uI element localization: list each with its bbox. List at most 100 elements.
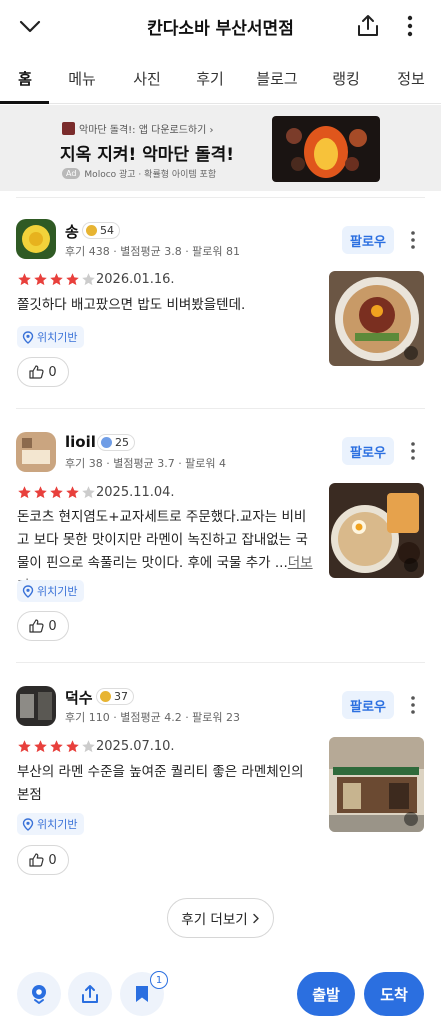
rating-stars: [17, 739, 96, 754]
ad-meta-text: Moloco 광고 · 확률형 아이템 포함: [84, 170, 217, 180]
share-button[interactable]: [68, 972, 112, 1016]
arrive-button[interactable]: 도착: [364, 972, 424, 1016]
reviewer-level: 25: [115, 436, 129, 449]
location-tag: 위치기반: [17, 580, 85, 602]
review-date: 2025.11.04.: [96, 485, 175, 500]
reviewer-name[interactable]: lioil: [65, 433, 96, 451]
ad-subtitle: 악마단 돌격!: 앱 다운로드하기 ›: [79, 125, 214, 136]
rating-stars: [17, 485, 96, 500]
like-count: 0: [48, 852, 57, 868]
more-reviews-button[interactable]: 후기 더보기: [167, 898, 274, 938]
reviewer-name[interactable]: 송: [65, 221, 79, 242]
star-icon: [18, 740, 31, 753]
location-tag-label: 위치기반: [37, 331, 78, 344]
star-icon: [18, 486, 31, 499]
location-tag-label: 위치기반: [37, 585, 78, 598]
star-icon: [66, 273, 79, 286]
review-text-body: 부산의 라멘 수준을 높여준 퀄리티 좋은 라멘체인의 본점: [17, 764, 304, 803]
star-icon: [50, 273, 63, 286]
reviewer-level-badge: 37: [96, 688, 134, 705]
star-icon: [66, 740, 79, 753]
star-icon: [82, 486, 95, 499]
review-date: 2025.07.10.: [96, 739, 175, 754]
level-icon: [101, 437, 112, 448]
level-icon: [86, 225, 97, 236]
thumbs-up-icon: [29, 853, 44, 867]
like-count: 0: [48, 364, 57, 380]
place-icon: [32, 985, 46, 1004]
review-date: 2026.01.16.: [96, 272, 175, 287]
reviewer-level-badge: 25: [97, 434, 135, 451]
tab-menu[interactable]: 메뉴: [64, 68, 100, 89]
star-icon: [66, 486, 79, 499]
thumbs-up-icon: [29, 365, 44, 379]
more-options-icon[interactable]: [404, 228, 422, 252]
location-pin-icon: [404, 558, 418, 572]
star-icon: [50, 740, 63, 753]
star-icon: [34, 486, 47, 499]
star-icon: [18, 273, 31, 286]
depart-button[interactable]: 출발: [297, 972, 355, 1016]
divider: [16, 662, 425, 663]
bookmark-count-badge: 1: [150, 971, 168, 989]
location-tag-label: 위치기반: [37, 818, 78, 831]
tab-photos[interactable]: 사진: [129, 68, 165, 89]
review-text-body: 돈코츠 현지염도+교자세트로 주문했다.교자는 비비고 보다 못한 맛이지만 라…: [17, 509, 308, 571]
reviewer-stats: 후기 110 · 별점평균 4.2 · 팔로워 23: [65, 711, 241, 724]
tab-blog[interactable]: 블로그: [254, 68, 300, 89]
tab-home[interactable]: 홈: [10, 68, 40, 89]
chevron-down-icon[interactable]: [16, 12, 44, 40]
share-icon[interactable]: [354, 12, 382, 40]
reviewer-level-badge: 54: [82, 222, 120, 239]
divider: [16, 408, 425, 409]
tab-info[interactable]: 정보: [394, 68, 428, 89]
follow-button[interactable]: 팔로우: [342, 691, 394, 719]
more-options-icon[interactable]: [404, 693, 422, 717]
chevron-right-icon: [253, 913, 259, 923]
like-button[interactable]: 0: [17, 845, 69, 875]
review-photo[interactable]: [329, 483, 424, 578]
like-button[interactable]: 0: [17, 357, 69, 387]
ad-image: [272, 116, 380, 182]
star-icon: [34, 740, 47, 753]
review-photo[interactable]: [329, 271, 424, 366]
active-tab-indicator: [0, 101, 49, 104]
review-photo[interactable]: [329, 737, 424, 832]
reviewer-level: 54: [100, 224, 114, 237]
reviewer-stats: 후기 38 · 별점평균 3.7 · 팔로워 4: [65, 457, 227, 470]
like-count: 0: [48, 618, 57, 634]
follow-button[interactable]: 팔로우: [342, 437, 394, 465]
like-button[interactable]: 0: [17, 611, 69, 641]
avatar: [16, 432, 56, 472]
location-pin-icon: [22, 330, 34, 344]
thumbs-up-icon: [29, 619, 44, 633]
save-place-button[interactable]: [17, 972, 61, 1016]
more-options-icon[interactable]: [404, 439, 422, 463]
bookmark-icon: [136, 986, 148, 1002]
location-tag: 위치기반: [17, 813, 85, 835]
ad-banner[interactable]: 악마단 돌격!: 앱 다운로드하기 › 지옥 지켜! 악마단 돌격! Ad Mo…: [0, 105, 441, 191]
reviewer-stats: 후기 438 · 별점평균 3.8 · 팔로워 81: [65, 245, 241, 258]
review-text: 쫄깃하다 배고팠으면 밥도 비벼봤을텐데.: [17, 294, 315, 317]
tab-bar: 홈 메뉴 사진 후기 블로그 랭킹 정보: [0, 58, 441, 104]
reviewer-level: 37: [114, 690, 128, 703]
star-icon: [34, 273, 47, 286]
location-pin-icon: [22, 817, 34, 831]
avatar: [16, 219, 56, 259]
ad-meta: Ad Moloco 광고 · 확률형 아이템 포함: [62, 167, 216, 180]
more-reviews-label: 후기 더보기: [181, 912, 248, 928]
top-bar: 칸다소바 부산서면점: [0, 0, 441, 52]
star-icon: [82, 740, 95, 753]
review-text: 부산의 라멘 수준을 높여준 퀄리티 좋은 라멘체인의 본점: [17, 761, 315, 807]
review-text-body: 쫄깃하다 배고팠으면 밥도 비벼봤을텐데.: [17, 297, 246, 313]
tab-ranking[interactable]: 랭킹: [328, 68, 364, 89]
ad-headline: 지옥 지켜! 악마단 돌격!: [60, 145, 235, 165]
location-pin-icon: [22, 584, 34, 598]
follow-button[interactable]: 팔로우: [342, 226, 394, 254]
divider: [16, 197, 425, 198]
more-icon[interactable]: [398, 12, 422, 40]
tab-reviews[interactable]: 후기: [192, 68, 228, 89]
star-icon: [82, 273, 95, 286]
location-pin-icon: [404, 346, 418, 360]
reviewer-name[interactable]: 덕수: [65, 687, 93, 708]
